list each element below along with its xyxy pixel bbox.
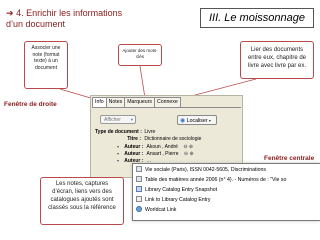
list-item[interactable]: Vie sociale (Paris), ISSN 0042-5605, Dis… [136, 166, 266, 175]
list-item-label: Table des matières année 2006 (n° 4). - … [145, 177, 287, 183]
zotero-central-list: Vie sociale (Paris), ISSN 0042-5605, Dis… [132, 163, 320, 221]
tab-connexe[interactable]: Connexe [154, 97, 181, 107]
field-row: ▾ Auteur : Ansart , Pierre ⊖ ⊕ [95, 150, 194, 157]
snapshot-icon [136, 186, 142, 192]
chevron-down-icon[interactable]: ▾ [117, 144, 119, 149]
globe-icon: ◉ [180, 118, 186, 124]
afficher-button[interactable]: Afficher ▾ [100, 115, 136, 124]
tab-info[interactable]: Info [92, 97, 107, 107]
localiser-button[interactable]: ◉ Localiser ▾ [177, 115, 217, 125]
list-item[interactable]: Worldcat Link [136, 206, 176, 215]
callout-notes-line: classés sous la référence [48, 205, 116, 211]
chevron-down-icon: ▾ [130, 117, 133, 122]
chevron-down-icon[interactable]: ▾ [117, 151, 119, 156]
item-tabbar: Info Notes Marqueurs Connexe [92, 97, 181, 107]
chevron-down-icon[interactable]: ▾ [117, 158, 119, 163]
list-item-label: Worldcat Link [145, 207, 177, 213]
field-row: ▾ Auteur : Akoun , André ⊖ ⊕ [95, 143, 193, 150]
arrow-note-to-tab [59, 88, 95, 100]
field-value[interactable]: Ansart , Pierre [147, 151, 179, 157]
callout-notes: Les notes, captures d’écran, liens vers … [40, 177, 124, 225]
list-item[interactable]: Table des matières année 2006 (n° 4). - … [136, 176, 286, 185]
field-label: Titre : [127, 136, 141, 142]
chevron-down-icon: ▾ [208, 118, 211, 123]
callout-notes-line: d’écran, liens vers des [52, 189, 112, 195]
callout-notes-line: catalogues ajoutés sont [50, 197, 114, 203]
tab-marqueurs[interactable]: Marqueurs [124, 97, 156, 107]
field-value[interactable]: Livre [144, 129, 155, 135]
list-item-label: Vie sociale (Paris), ISSN 0042-5605, Dis… [145, 167, 266, 173]
afficher-label: Afficher [104, 117, 121, 123]
tab-notes[interactable]: Notes [105, 97, 126, 107]
field-row: Titre : Dictionnaire de sociologie [95, 136, 201, 143]
link-icon [136, 196, 142, 202]
field-label: Type de document : [95, 129, 142, 135]
field-row: Type de document : Livre [95, 129, 155, 136]
list-item[interactable]: Library Catalog Entry Snapshot [136, 186, 217, 195]
field-value[interactable]: Dictionnaire de sociologie [144, 136, 201, 142]
arrow-keywords-to-tab [139, 65, 146, 99]
list-item[interactable]: Link to Library Catalog Entry [136, 196, 210, 205]
list-item-label: Link to Library Catalog Entry [145, 197, 211, 203]
callout-notes-line: Les notes, captures [55, 181, 109, 187]
document-icon [136, 176, 142, 182]
localiser-label: Localiser [186, 118, 208, 124]
list-item-label: Library Catalog Entry Snapshot [145, 187, 218, 193]
document-icon [136, 166, 142, 172]
globe-icon [136, 206, 142, 212]
add-remove-icon[interactable]: ⊖ ⊕ [184, 151, 194, 157]
